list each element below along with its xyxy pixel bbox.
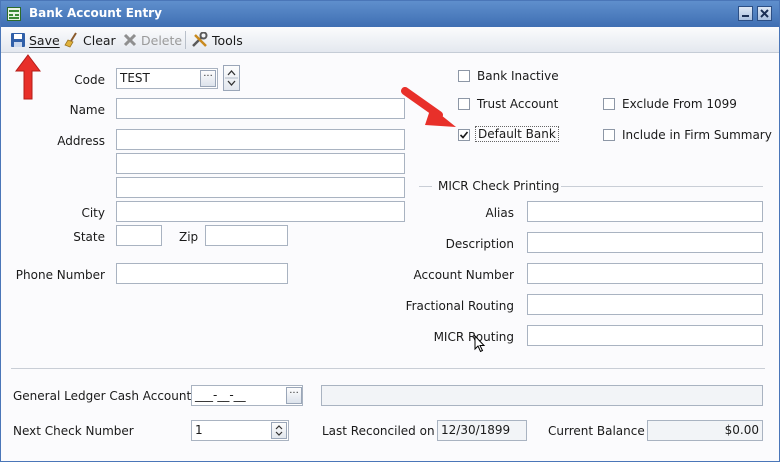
fractional-routing-label: Fractional Routing bbox=[405, 299, 514, 313]
code-spinner[interactable] bbox=[223, 65, 240, 91]
current-balance-label: Current Balance bbox=[548, 424, 645, 438]
save-icon bbox=[11, 33, 25, 47]
tools-label: Tools bbox=[212, 32, 243, 48]
include-in-firm-summary-label: Include in Firm Summary bbox=[622, 128, 772, 142]
phone-number-input[interactable] bbox=[116, 263, 288, 284]
delete-button[interactable]: Delete bbox=[122, 31, 182, 49]
micr-group-line-right bbox=[561, 186, 763, 187]
clear-label: Clear bbox=[83, 32, 116, 48]
address-line-1-input[interactable] bbox=[116, 129, 405, 150]
zip-label: Zip bbox=[179, 230, 199, 244]
delete-icon bbox=[123, 33, 137, 47]
last-reconciled-field: 12/30/1899 bbox=[437, 420, 527, 441]
bank-inactive-label: Bank Inactive bbox=[477, 69, 559, 83]
checkmark-icon bbox=[459, 131, 469, 139]
description-input[interactable] bbox=[527, 232, 763, 253]
name-input[interactable] bbox=[116, 98, 405, 119]
minimize-button[interactable] bbox=[738, 6, 753, 21]
zip-input[interactable] bbox=[205, 225, 288, 246]
broom-icon bbox=[64, 32, 77, 48]
last-reconciled-label: Last Reconciled on bbox=[322, 424, 435, 438]
clear-button[interactable]: Clear bbox=[64, 31, 116, 49]
annotation-arrow-right-icon bbox=[401, 87, 456, 127]
account-number-label: Account Number bbox=[413, 268, 514, 282]
exclude-from-1099-label: Exclude From 1099 bbox=[622, 97, 737, 111]
phone-number-label: Phone Number bbox=[15, 268, 105, 282]
section-divider bbox=[11, 368, 765, 369]
trust-account-checkbox[interactable] bbox=[458, 98, 470, 110]
address-label: Address bbox=[57, 134, 105, 148]
close-button[interactable] bbox=[757, 6, 772, 21]
micr-group-line-left bbox=[419, 186, 432, 187]
address-line-3-input[interactable] bbox=[116, 177, 405, 198]
delete-label: Delete bbox=[141, 32, 183, 48]
fractional-routing-input[interactable] bbox=[527, 294, 763, 315]
alias-input[interactable] bbox=[527, 201, 763, 222]
state-label: State bbox=[73, 230, 105, 244]
city-label: City bbox=[81, 206, 105, 220]
spinner-arrows-icon bbox=[225, 70, 238, 86]
exclude-from-1099-checkbox[interactable] bbox=[603, 98, 615, 110]
tools-button[interactable]: Tools bbox=[191, 31, 243, 49]
tools-icon bbox=[192, 32, 208, 47]
app-icon bbox=[7, 7, 21, 21]
gl-cash-account-label: General Ledger Cash Account bbox=[13, 389, 192, 403]
state-input[interactable] bbox=[116, 225, 162, 246]
default-bank-label: Default Bank bbox=[475, 126, 559, 142]
mouse-cursor-icon bbox=[474, 335, 486, 353]
gl-account-lookup-button[interactable]: ··· bbox=[286, 387, 302, 404]
micr-section-title: MICR Check Printing bbox=[438, 179, 560, 193]
bank-account-entry-window: Bank Account Entry Save Clear Delete Too… bbox=[0, 0, 780, 462]
current-balance-field: $0.00 bbox=[647, 420, 763, 441]
trust-account-label: Trust Account bbox=[477, 97, 559, 111]
address-line-2-input[interactable] bbox=[116, 153, 405, 174]
annotation-arrow-up-icon bbox=[15, 54, 41, 100]
description-label: Description bbox=[445, 237, 514, 251]
code-label: Code bbox=[74, 73, 105, 87]
next-check-spinner[interactable] bbox=[271, 422, 287, 439]
code-lookup-button[interactable]: ··· bbox=[200, 70, 216, 87]
close-icon bbox=[760, 9, 769, 18]
toolbar: Save Clear Delete Tools bbox=[1, 28, 779, 53]
account-number-input[interactable] bbox=[527, 263, 763, 284]
toolbar-separator bbox=[185, 31, 186, 49]
alias-label: Alias bbox=[485, 206, 514, 220]
bank-inactive-checkbox[interactable] bbox=[458, 70, 470, 82]
default-bank-checkbox[interactable] bbox=[458, 129, 470, 141]
save-button[interactable]: Save bbox=[10, 31, 60, 49]
save-label: Save bbox=[29, 32, 60, 48]
gl-account-description-field bbox=[321, 385, 763, 406]
include-in-firm-summary-checkbox[interactable] bbox=[603, 129, 615, 141]
city-input[interactable] bbox=[116, 201, 405, 222]
window-title: Bank Account Entry bbox=[29, 6, 162, 20]
micr-routing-input[interactable] bbox=[527, 325, 763, 346]
minimize-icon bbox=[742, 15, 749, 17]
next-check-number-label: Next Check Number bbox=[13, 424, 134, 438]
title-bar: Bank Account Entry bbox=[1, 1, 779, 27]
spinner-arrows-icon bbox=[275, 425, 283, 436]
name-label: Name bbox=[69, 103, 105, 117]
